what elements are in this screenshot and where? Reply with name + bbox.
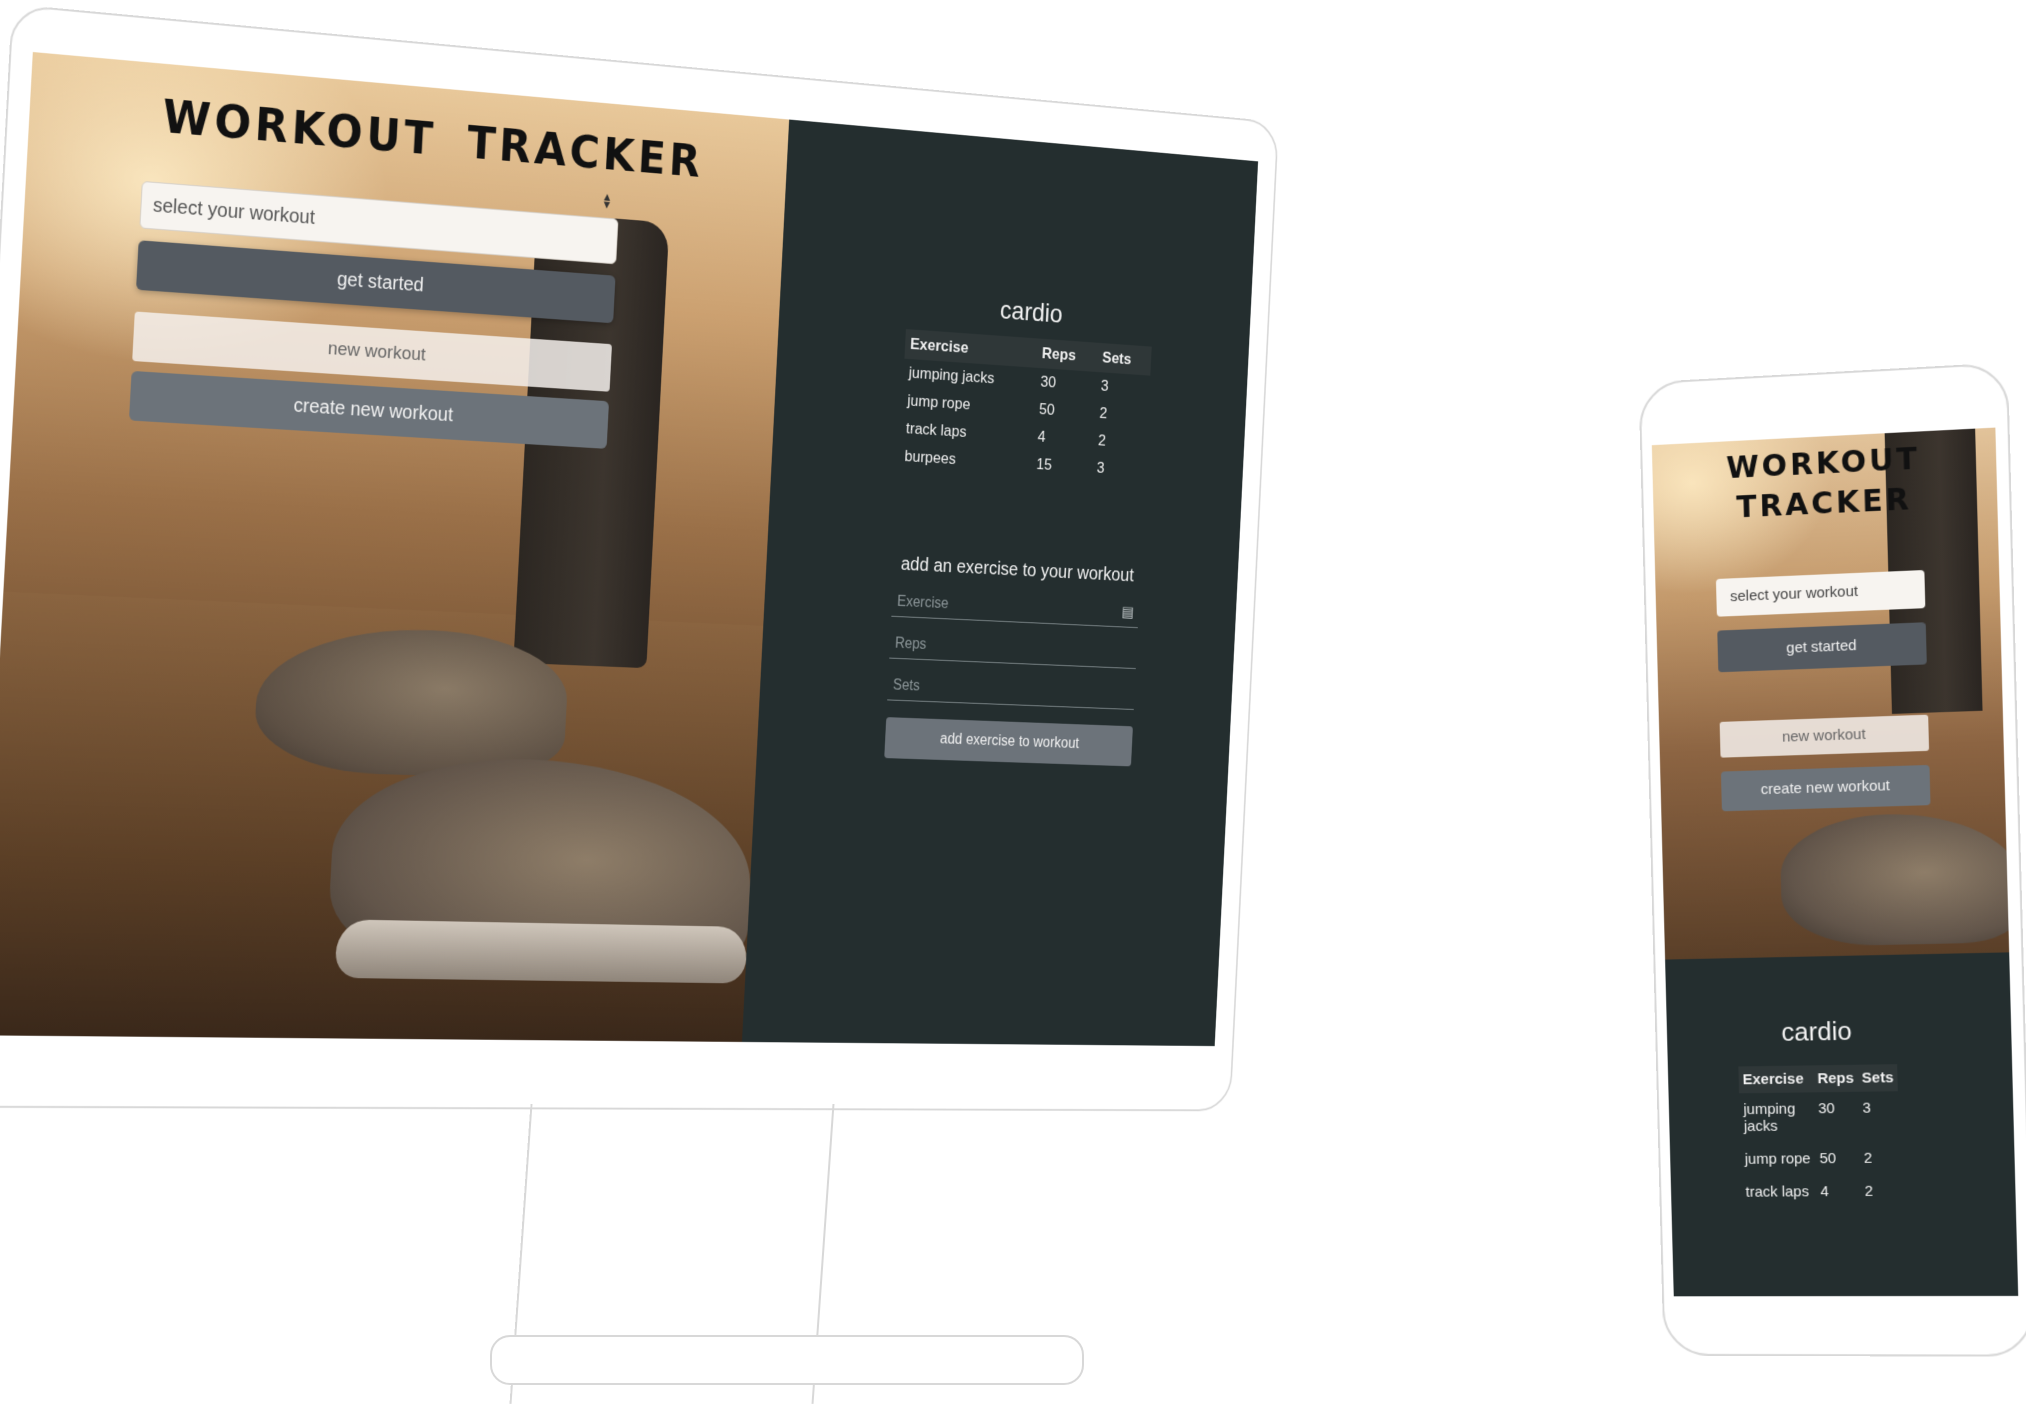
exercise-table: Exercise Reps Sets jumping jacks 30 3 ju… [899,329,1152,485]
exercise-cell: jumping jacks [1739,1092,1815,1143]
exercise-cell: jump rope [1740,1142,1816,1176]
workout-select-placeholder: select your workout [152,195,315,229]
add-exercise-button[interactable]: add exercise to workout [884,717,1133,766]
reps-input-placeholder: Reps [895,636,927,653]
reps-cell: 30 [1814,1092,1860,1143]
mobile-get-started-button[interactable]: get started [1717,622,1927,672]
sets-cell: 3 [1095,372,1150,403]
column-header: Reps [1036,338,1098,371]
sets-cell: 2 [1094,399,1149,430]
table-row: jumping jacks 30 3 [1739,1091,1899,1143]
workout-detail: cardio Exercise Reps Sets jumping jacks … [884,288,1153,766]
sets-cell: 2 [1093,427,1148,458]
reps-cell: 4 [1032,423,1094,454]
exercise-input-placeholder: Exercise [897,594,949,612]
monitor-stand-base [490,1335,1084,1385]
exercise-input[interactable]: Exercise ▤ [891,588,1139,628]
column-header: Sets [1097,343,1152,376]
sets-cell: 3 [1858,1091,1899,1142]
phone-mockup: WORKOUT TRACKER select your workout get … [1639,362,2026,1356]
column-header: Sets [1857,1064,1897,1092]
reps-cell: 50 [1815,1142,1860,1175]
table-header-row: Exercise Reps Sets [1738,1064,1897,1093]
sets-input[interactable]: Sets [887,672,1135,710]
reps-cell: 15 [1031,450,1093,481]
reps-cell: 30 [1035,368,1097,400]
autofill-card-icon[interactable]: ▤ [1121,599,1135,627]
table-row: track laps 4 2 [1741,1175,1901,1209]
desktop-monitor-mockup: WORKOUT TRACKER select your workout ▲ ▼ ge… [0,4,1287,1148]
mobile-workout-form: select your workout get started new work… [1716,570,1931,811]
sets-cell: 2 [1860,1175,1901,1208]
select-arrows-icon: ▲ ▼ [601,193,612,209]
photo-shoe-sole [335,919,748,983]
photo-shoe [1779,811,2009,948]
mobile-workout-name: cardio [1737,1015,1897,1049]
column-header: Reps [1813,1065,1858,1093]
mobile-app-title: WORKOUT TRACKER [1652,436,1998,533]
mobile-workout-select[interactable]: select your workout [1716,570,1925,617]
mobile-new-workout-input[interactable]: new workout [1720,715,1929,758]
desktop-screen: WORKOUT TRACKER select your workout ▲ ▼ ge… [0,52,1258,1046]
mobile-workout-detail: cardio Exercise Reps Sets jumping jacks … [1737,1015,1901,1209]
phone-screen: WORKOUT TRACKER select your workout get … [1652,428,2018,1297]
workout-selection-form: WORKOUT TRACKER select your workout ▲ ▼ ge… [129,88,623,449]
column-header: Exercise [1738,1065,1813,1093]
table-row: jump rope 50 2 [1740,1141,1900,1175]
exercise-cell: track laps [1741,1175,1817,1208]
reps-cell: 50 [1034,395,1096,426]
add-exercise-title: add an exercise to your workout [893,554,1140,588]
mobile-create-workout-button[interactable]: create new workout [1721,765,1931,811]
reps-input[interactable]: Reps [889,630,1137,669]
mobile-exercise-table: Exercise Reps Sets jumping jacks 30 3 ju… [1738,1064,1901,1209]
reps-cell: 4 [1816,1175,1861,1208]
sets-input-placeholder: Sets [893,677,921,694]
sets-cell: 3 [1091,454,1146,485]
sets-cell: 2 [1859,1141,1900,1174]
